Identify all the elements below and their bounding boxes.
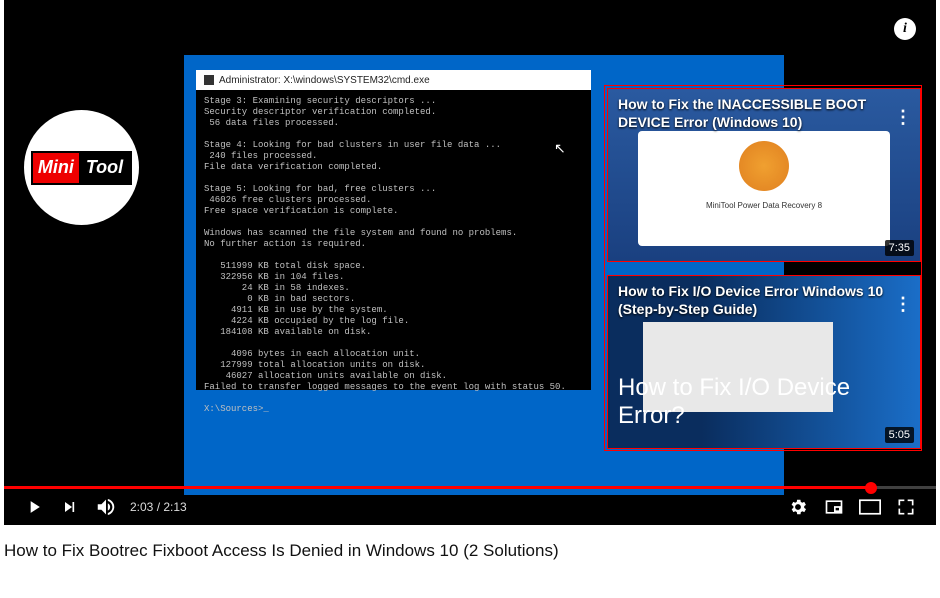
endcard-area: MiniTool Power Data Recovery 8 How to Fi… [604, 85, 922, 451]
recovery-icon [739, 141, 789, 191]
time-display: 2:03 / 2:13 [130, 500, 187, 514]
video-title: How to Fix Bootrec Fixboot Access Is Den… [0, 525, 940, 567]
endcard-inaccessible-boot[interactable]: MiniTool Power Data Recovery 8 How to Fi… [607, 88, 921, 262]
cmd-terminal-window: Administrator: X:\windows\SYSTEM32\cmd.e… [196, 70, 591, 390]
next-button[interactable] [52, 489, 88, 525]
endcard-preview-panel: MiniTool Power Data Recovery 8 [638, 131, 890, 246]
player-controls: 2:03 / 2:13 [4, 489, 936, 525]
current-time: 2:03 [130, 500, 153, 514]
volume-button[interactable] [88, 489, 124, 525]
endcard-1-title: How to Fix the INACCESSIBLE BOOT DEVICE … [618, 95, 890, 131]
total-time: 2:13 [163, 500, 186, 514]
endcard-1-more-icon[interactable]: ⋮ [894, 107, 912, 128]
cmd-output: Stage 3: Examining security descriptors … [196, 90, 591, 421]
play-button[interactable] [16, 489, 52, 525]
endcard-2-overlay-text: How to Fix I/O Device Error? [618, 374, 920, 430]
settings-button[interactable] [780, 489, 816, 525]
video-player: Administrator: X:\windows\SYSTEM32\cmd.e… [0, 0, 940, 598]
endcard-io-device-error[interactable]: How to Fix I/O Device Error Windows 10 (… [607, 275, 921, 449]
video-viewport[interactable]: Administrator: X:\windows\SYSTEM32\cmd.e… [4, 0, 936, 525]
endcard-1-duration: 7:35 [885, 240, 914, 256]
logo-right: Tool [79, 153, 130, 183]
minitool-logo: Mini Tool [31, 151, 132, 185]
fullscreen-button[interactable] [888, 489, 924, 525]
cmd-title-text: Administrator: X:\windows\SYSTEM32\cmd.e… [219, 75, 430, 86]
time-sep: / [153, 500, 163, 514]
info-icon[interactable]: i [894, 18, 916, 40]
miniplayer-button[interactable] [816, 489, 852, 525]
theater-button[interactable] [852, 489, 888, 525]
endcard-2-duration: 5:05 [885, 427, 914, 443]
cmd-icon [204, 75, 214, 85]
endcard-1-caption: MiniTool Power Data Recovery 8 [638, 201, 890, 210]
channel-logo[interactable]: Mini Tool [24, 110, 139, 225]
logo-left: Mini [33, 153, 79, 183]
endcard-2-more-icon[interactable]: ⋮ [894, 294, 912, 315]
cmd-titlebar: Administrator: X:\windows\SYSTEM32\cmd.e… [196, 70, 591, 90]
endcard-2-title: How to Fix I/O Device Error Windows 10 (… [618, 282, 890, 318]
